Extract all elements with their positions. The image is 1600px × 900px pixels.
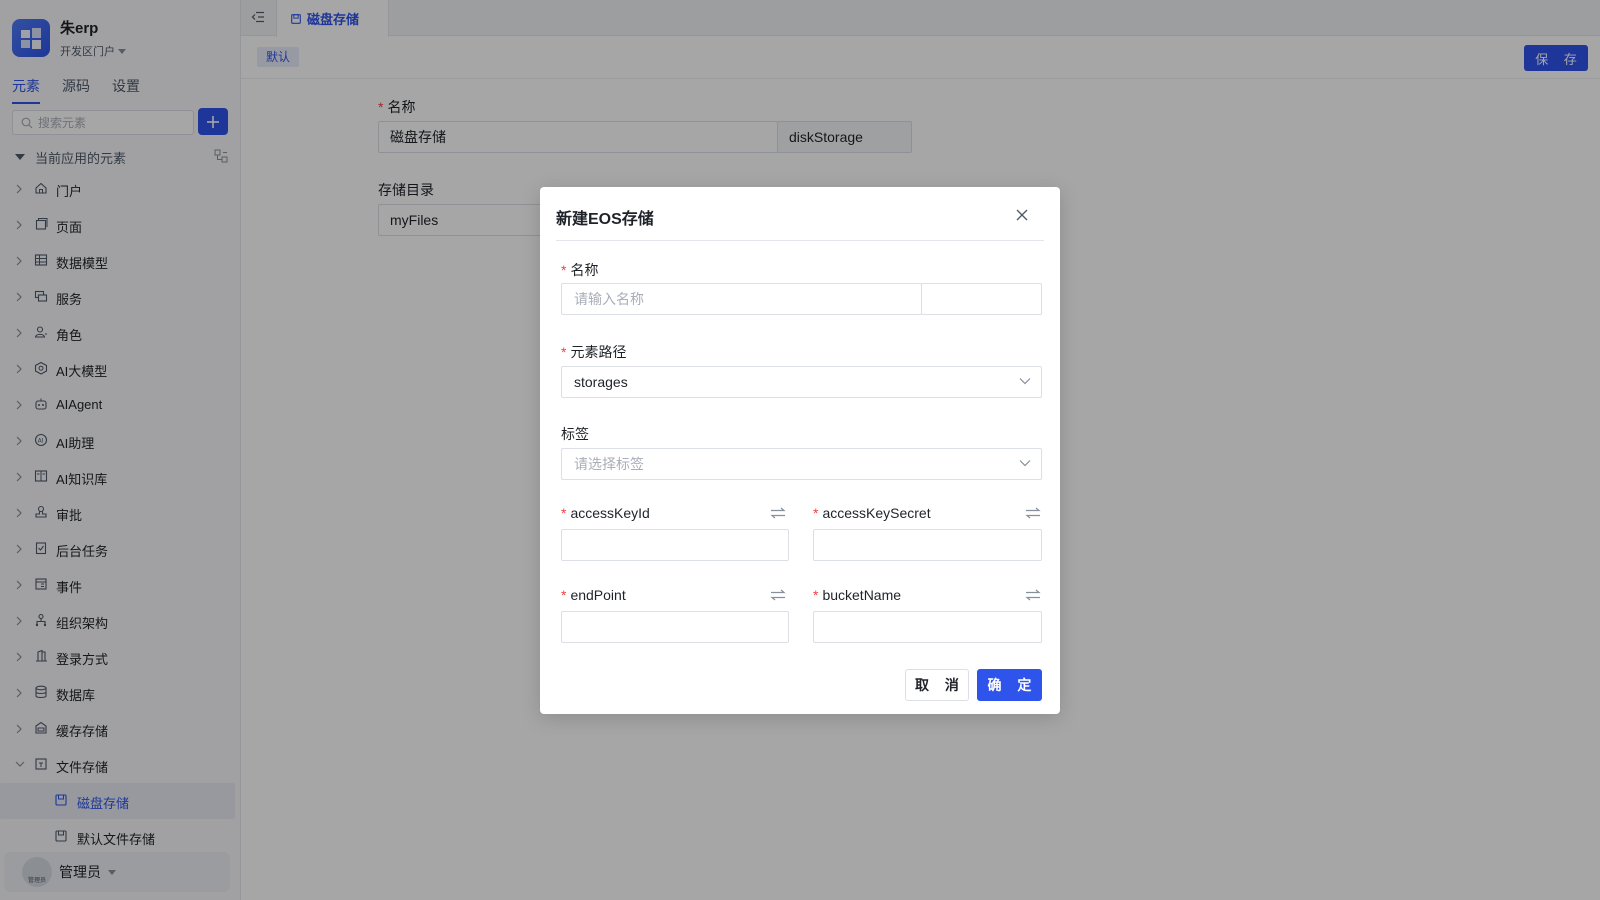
swap-icon[interactable] [1025, 507, 1041, 519]
path-select[interactable]: storages [561, 366, 1042, 398]
required-mark: * [813, 587, 819, 603]
endpoint-wrapper [561, 611, 789, 643]
bucket-name-label-text: bucketName [822, 587, 902, 603]
tag-select[interactable]: 请选择标签 [561, 448, 1042, 480]
access-key-secret-input[interactable] [814, 530, 1041, 560]
chevron-down-icon [1019, 460, 1031, 467]
tag-placeholder: 请选择标签 [574, 456, 644, 472]
path-label-text: 元素路径 [570, 344, 627, 360]
access-key-id-label: * accessKeyId [561, 505, 650, 521]
name-label: * 名称 [561, 260, 598, 280]
code-input[interactable] [922, 284, 1041, 314]
create-eos-storage-dialog: 新建EOS存储 *名称 *元素路径 storages 标签 请选择标签 *acc… [540, 187, 1060, 714]
endpoint-input[interactable] [562, 612, 788, 642]
name-input[interactable] [562, 284, 921, 314]
path-label: * 元素路径 [561, 342, 626, 362]
access-key-id-wrapper [561, 529, 789, 561]
access-key-secret-label-text: accessKeySecret [822, 505, 931, 521]
endpoint-label-text: endPoint [570, 587, 626, 603]
divider [556, 240, 1044, 241]
required-mark: * [561, 587, 567, 603]
close-button[interactable] [1012, 205, 1032, 225]
code-input-wrapper [921, 283, 1042, 315]
required-mark: * [813, 505, 819, 521]
confirm-button[interactable]: 确 定 [977, 669, 1042, 701]
access-key-secret-wrapper [813, 529, 1042, 561]
access-key-id-label-text: accessKeyId [570, 505, 650, 521]
tag-label: 标签 [561, 426, 589, 442]
required-mark: * [561, 505, 567, 521]
required-mark: * [561, 262, 567, 278]
cancel-button[interactable]: 取 消 [905, 669, 969, 701]
name-input-wrapper [561, 283, 922, 315]
bucket-name-wrapper [813, 611, 1042, 643]
chevron-down-icon [1019, 378, 1031, 385]
bucket-name-label: * bucketName [813, 587, 901, 603]
close-icon [1016, 209, 1028, 221]
name-label-text: 名称 [570, 262, 599, 278]
required-mark: * [561, 344, 567, 360]
path-value: storages [574, 374, 628, 390]
access-key-id-input[interactable] [562, 530, 788, 560]
swap-icon[interactable] [770, 507, 786, 519]
endpoint-label: * endPoint [561, 587, 626, 603]
access-key-secret-label: * accessKeySecret [813, 505, 931, 521]
dialog-title: 新建EOS存储 [556, 211, 654, 228]
swap-icon[interactable] [1025, 589, 1041, 601]
bucket-name-input[interactable] [814, 612, 1041, 642]
swap-icon[interactable] [770, 589, 786, 601]
